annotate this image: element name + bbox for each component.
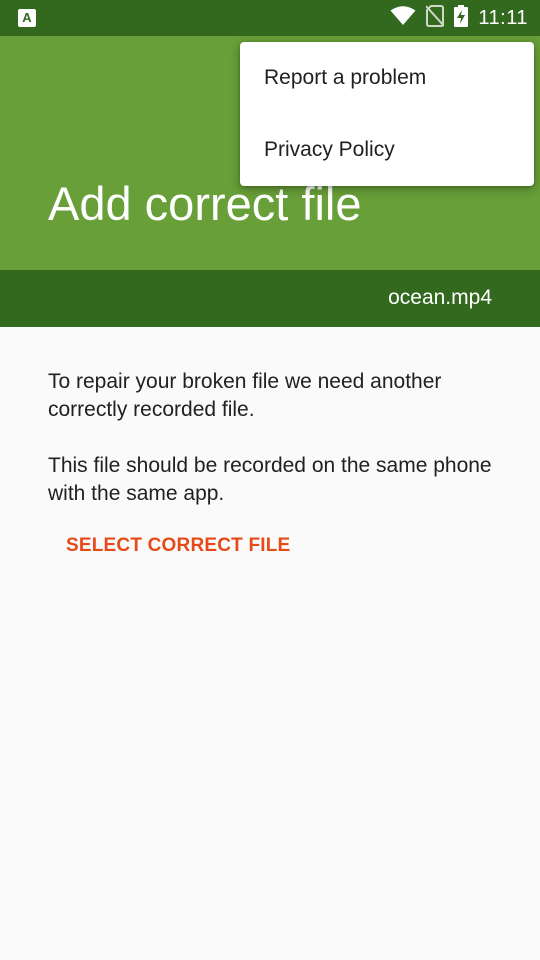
- wifi-icon: [390, 5, 416, 31]
- status-bar: A 11:11: [0, 0, 540, 36]
- file-name: ocean.mp4: [388, 286, 492, 309]
- battery-charging-icon: [454, 4, 469, 32]
- no-sim-icon: [425, 4, 446, 32]
- status-icons: 11:11: [380, 0, 528, 36]
- menu-item-report-problem[interactable]: Report a problem: [240, 42, 534, 114]
- file-strip: ocean.mp4: [0, 270, 540, 327]
- status-time: 11:11: [478, 6, 528, 29]
- app-notification-letter: A: [22, 10, 32, 25]
- overflow-menu: Report a problem Privacy Policy: [240, 42, 534, 186]
- instruction-paragraph-2: This file should be recorded on the same…: [48, 454, 492, 505]
- select-correct-file-button[interactable]: SELECT CORRECT FILE: [66, 530, 290, 562]
- menu-item-privacy-policy[interactable]: Privacy Policy: [240, 114, 534, 186]
- screen: A 11:11 Add correct file ocean.mp4 To re…: [0, 0, 540, 960]
- instruction-paragraph-1: To repair your broken file we need anoth…: [48, 370, 442, 421]
- app-notification-icon: A: [18, 9, 36, 27]
- instructions: To repair your broken file we need anoth…: [48, 368, 498, 536]
